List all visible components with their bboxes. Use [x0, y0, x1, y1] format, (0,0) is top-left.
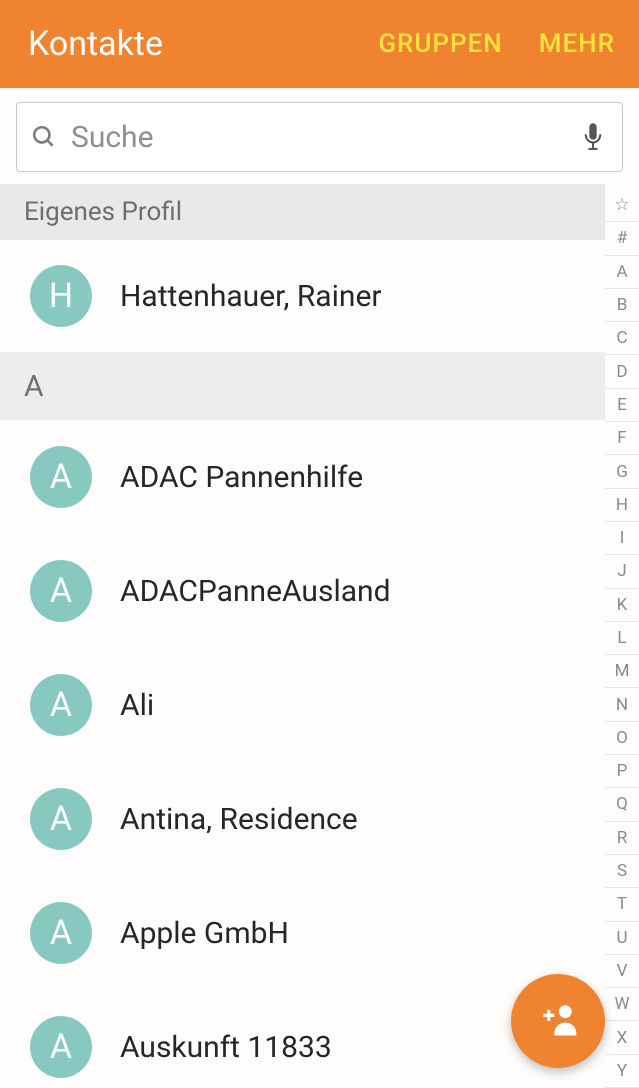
search-icon — [31, 124, 57, 150]
contact-name: Antina, Residence — [120, 802, 358, 837]
contact-name: Apple GmbH — [120, 916, 289, 951]
index-letter[interactable]: K — [605, 588, 639, 621]
index-letter[interactable]: O — [605, 721, 639, 754]
avatar: A — [30, 560, 92, 622]
add-person-icon — [536, 997, 580, 1045]
avatar: A — [30, 446, 92, 508]
index-letter[interactable]: D — [605, 354, 639, 387]
index-letter[interactable]: W — [605, 987, 639, 1020]
index-letter[interactable]: I — [605, 521, 639, 554]
index-letter[interactable]: F — [605, 421, 639, 454]
index-letter[interactable]: # — [605, 221, 639, 254]
avatar: H — [30, 265, 92, 327]
index-letter[interactable]: C — [605, 321, 639, 354]
avatar: A — [30, 902, 92, 964]
index-letter[interactable]: V — [605, 954, 639, 987]
contact-name: Ali — [120, 688, 154, 723]
index-letter[interactable]: Y — [605, 1054, 639, 1087]
list-item[interactable]: A ADACPanneAusland — [0, 534, 605, 648]
section-header-a: A — [0, 352, 605, 420]
index-letter[interactable]: T — [605, 887, 639, 920]
search-placeholder: Suche — [71, 120, 582, 155]
list-item[interactable]: A Apple GmbH — [0, 876, 605, 990]
add-contact-button[interactable] — [511, 974, 605, 1068]
index-letter[interactable]: G — [605, 454, 639, 487]
contact-name: Auskunft 11833 — [120, 1030, 332, 1065]
index-letter[interactable]: M — [605, 654, 639, 687]
avatar: A — [30, 1016, 92, 1078]
index-letter[interactable]: U — [605, 921, 639, 954]
list-item[interactable]: A ADAC Pannenhilfe — [0, 420, 605, 534]
section-header-profile: Eigenes Profil — [0, 184, 605, 240]
index-letter[interactable]: X — [605, 1020, 639, 1053]
index-letter[interactable]: S — [605, 854, 639, 887]
index-letter[interactable]: P — [605, 754, 639, 787]
index-letter[interactable]: E — [605, 388, 639, 421]
avatar: A — [30, 788, 92, 850]
index-letter[interactable]: Q — [605, 787, 639, 820]
contact-list[interactable]: Eigenes Profil H Hattenhauer, Rainer A A… — [0, 184, 605, 1088]
profile-row[interactable]: H Hattenhauer, Rainer — [0, 240, 605, 352]
index-letter[interactable]: R — [605, 821, 639, 854]
index-letter[interactable]: L — [605, 621, 639, 654]
contact-name: Hattenhauer, Rainer — [120, 279, 382, 314]
list-item[interactable]: A Ali — [0, 648, 605, 762]
index-letter[interactable]: ☆ — [605, 188, 639, 221]
page-title: Kontakte — [28, 24, 378, 64]
mic-icon[interactable] — [582, 121, 604, 153]
index-letter[interactable]: N — [605, 687, 639, 720]
search-input[interactable]: Suche — [16, 102, 623, 172]
index-letter[interactable]: B — [605, 288, 639, 321]
search-container: Suche — [0, 88, 639, 184]
groups-button[interactable]: GRUPPEN — [378, 29, 502, 59]
list-item[interactable]: A Antina, Residence — [0, 762, 605, 876]
contacts-app: Kontakte GRUPPEN MEHR Suche — [0, 0, 639, 1088]
index-letter[interactable]: J — [605, 554, 639, 587]
index-letter[interactable]: A — [605, 255, 639, 288]
more-button[interactable]: MEHR — [539, 29, 615, 59]
header-actions: GRUPPEN MEHR — [378, 29, 615, 59]
contact-name: ADACPanneAusland — [120, 574, 391, 609]
index-letter[interactable]: H — [605, 488, 639, 521]
contact-name: ADAC Pannenhilfe — [120, 460, 363, 495]
avatar: A — [30, 674, 92, 736]
alphabet-index[interactable]: ☆#ABCDEFGHIJKLMNOPQRSTUVWXYZ — [605, 188, 639, 1088]
app-header: Kontakte GRUPPEN MEHR — [0, 0, 639, 88]
